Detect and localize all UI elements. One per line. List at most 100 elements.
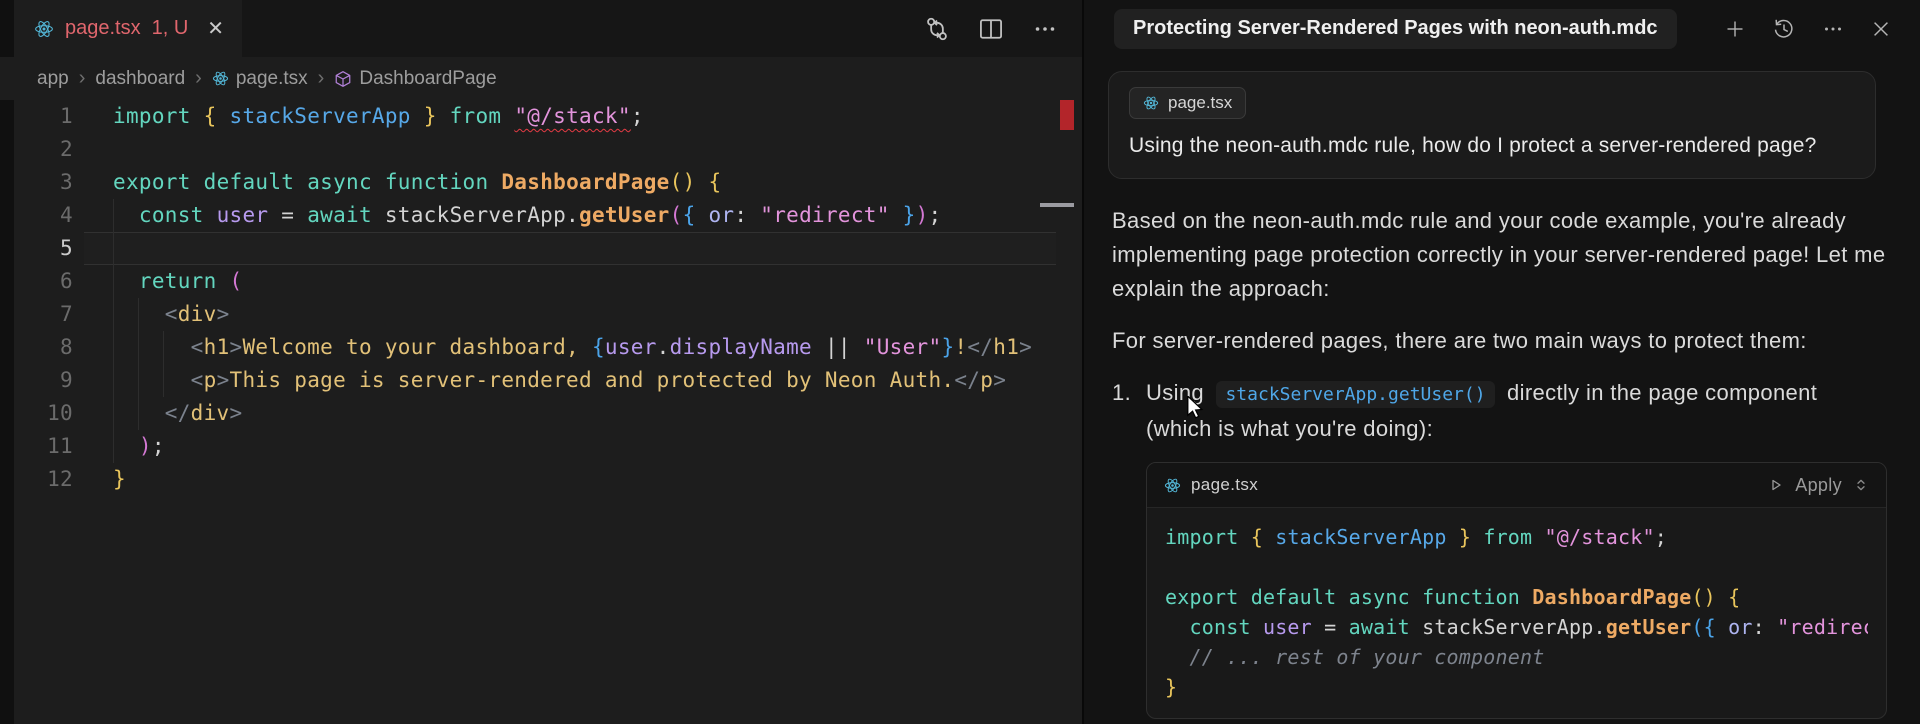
split-editor-icon[interactable]: [978, 16, 1004, 42]
chat-panel: Protecting Server-Rendered Pages with ne…: [1082, 0, 1920, 724]
response-paragraph: Based on the neon-auth.mdc rule and your…: [1112, 204, 1887, 306]
history-icon[interactable]: [1772, 17, 1796, 41]
code-token: "redirect": [760, 203, 889, 227]
code-text: export default async function DashboardP…: [84, 166, 1082, 199]
user-message-card[interactable]: page.tsx Using the neon-auth.mdc rule, h…: [1108, 71, 1876, 179]
code-line: }: [1165, 672, 1868, 702]
code-token: const: [139, 203, 204, 227]
code-line[interactable]: 11 );: [0, 430, 1082, 463]
code-token: [437, 104, 450, 128]
indent-guide: [163, 331, 164, 397]
attached-file-chip[interactable]: page.tsx: [1129, 87, 1246, 119]
code-token: [1471, 525, 1483, 549]
code-token: [1238, 525, 1250, 549]
code-token: "redirect": [1777, 615, 1868, 639]
code-token: <: [165, 302, 178, 326]
tab-page-tsx[interactable]: page.tsx 1, U ✕: [14, 0, 242, 57]
breadcrumb-file[interactable]: page.tsx: [212, 68, 308, 90]
code-text: }: [1165, 675, 1177, 699]
new-chat-icon[interactable]: [1723, 17, 1747, 41]
code-token: stackServerApp.: [372, 203, 579, 227]
attached-file-name: page.tsx: [1168, 93, 1232, 113]
more-options-icon[interactable]: [1821, 17, 1845, 41]
code-token: [113, 203, 139, 227]
breadcrumb: app › dashboard › page.tsx › DashboardPa…: [0, 57, 1082, 100]
code-token: [372, 170, 385, 194]
code-token: export: [1165, 585, 1238, 609]
code-token: [1410, 585, 1422, 609]
code-token: :: [734, 203, 760, 227]
code-token: }: [113, 467, 126, 491]
editor-actions: [924, 0, 1058, 57]
code-token: ;: [1655, 525, 1667, 549]
line-number: 12: [0, 463, 84, 496]
close-panel-icon[interactable]: [1870, 18, 1892, 40]
code-text: // ... rest of your component: [1165, 645, 1544, 669]
apply-button[interactable]: Apply: [1795, 468, 1842, 502]
code-token: DashboardPage: [501, 170, 669, 194]
code-line-current[interactable]: 5: [0, 232, 1082, 265]
chat-title-tab[interactable]: Protecting Server-Rendered Pages with ne…: [1114, 9, 1677, 49]
code-token: >: [230, 335, 243, 359]
code-token: (: [670, 203, 683, 227]
code-token: {: [708, 170, 721, 194]
code-token: [113, 368, 191, 392]
code-token: [488, 170, 501, 194]
code-line: const user = await stackServerApp.getUse…: [1165, 612, 1868, 642]
code-token: displayName: [670, 335, 812, 359]
code-token: user: [605, 335, 657, 359]
breadcrumb-separator: ›: [318, 67, 325, 90]
code-token: !: [954, 335, 967, 359]
code-token: This page is server-rendered and protect…: [230, 368, 955, 392]
code-line[interactable]: 1import { stackServerApp } from "@/stack…: [0, 100, 1082, 133]
code-text: [84, 133, 1082, 166]
line-number: 8: [0, 331, 84, 364]
code-text: return (: [84, 265, 1082, 298]
code-token: :: [1753, 615, 1777, 639]
chat-header: Protecting Server-Rendered Pages with ne…: [1084, 0, 1920, 57]
code-line[interactable]: 3export default async function Dashboard…: [0, 166, 1082, 199]
code-line: import { stackServerApp } from "@/stack"…: [1165, 522, 1868, 552]
code-line[interactable]: 12}: [0, 463, 1082, 496]
code-token: p: [204, 368, 217, 392]
code-token: user: [1263, 615, 1312, 639]
code-token: ||: [812, 335, 864, 359]
code-line[interactable]: 2: [0, 133, 1082, 166]
code-line[interactable]: 4 const user = await stackServerApp.getU…: [0, 199, 1082, 232]
code-token: [191, 170, 204, 194]
breadcrumb-symbol[interactable]: DashboardPage: [334, 68, 496, 90]
code-token: [1251, 615, 1263, 639]
expand-chevron-icon[interactable]: [1853, 477, 1869, 493]
code-editor[interactable]: 1import { stackServerApp } from "@/stack…: [0, 100, 1082, 724]
code-line[interactable]: 6 return (: [0, 265, 1082, 298]
app-window: page.tsx 1, U ✕ app › dashboard ›: [0, 0, 1920, 724]
code-line: export default async function DashboardP…: [1165, 582, 1868, 612]
code-token: }: [941, 335, 954, 359]
chat-title: Protecting Server-Rendered Pages with ne…: [1133, 17, 1658, 40]
breadcrumb-dashboard[interactable]: dashboard: [95, 68, 185, 90]
code-token: ;: [152, 434, 165, 458]
code-token: [411, 104, 424, 128]
numbered-list-item: 1. Using stackServerApp.getUser() direct…: [1112, 376, 1887, 719]
code-token: return: [139, 269, 217, 293]
code-token: [1263, 525, 1275, 549]
code-line[interactable]: 10 </div>: [0, 397, 1082, 430]
react-icon: [34, 19, 54, 39]
code-token: h1: [204, 335, 230, 359]
code-line[interactable]: 7 <div>: [0, 298, 1082, 331]
code-text: );: [84, 430, 1082, 463]
code-token: >: [217, 368, 230, 392]
code-token: {: [204, 104, 217, 128]
line-number: 9: [0, 364, 84, 397]
code-text: <h1>Welcome to your dashboard, {user.dis…: [84, 331, 1082, 364]
code-token: {: [592, 335, 605, 359]
code-text: export default async function DashboardP…: [1165, 585, 1740, 609]
chat-code-block: page.tsx Apply import {: [1146, 462, 1887, 719]
code-block-header: page.tsx Apply: [1147, 463, 1886, 508]
open-changes-icon[interactable]: [924, 16, 950, 42]
more-actions-icon[interactable]: [1032, 16, 1058, 42]
breadcrumb-app[interactable]: app: [37, 68, 69, 90]
code-token: [1716, 585, 1728, 609]
tab-close-icon[interactable]: ✕: [207, 16, 224, 41]
code-token: stackServerApp: [230, 104, 411, 128]
